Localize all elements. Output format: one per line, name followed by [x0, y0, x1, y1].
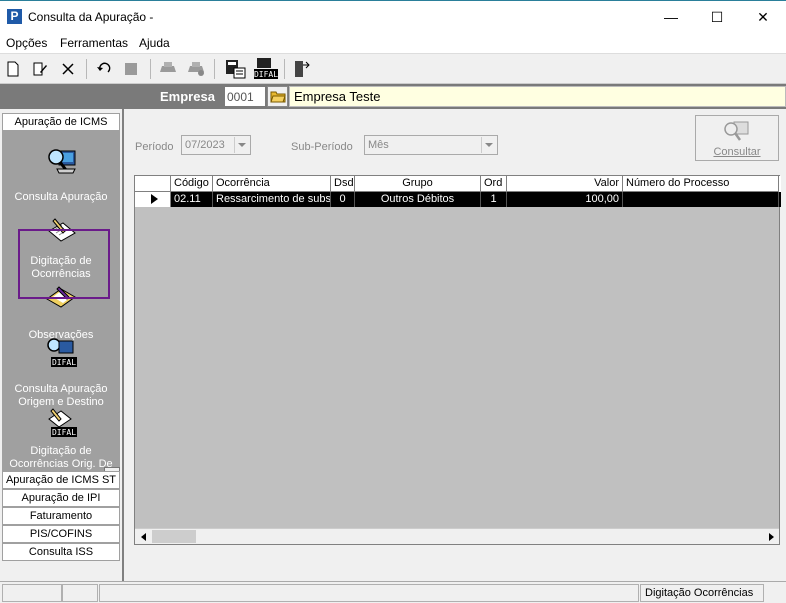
maximize-button[interactable]: ☐	[694, 1, 740, 33]
sidebar-group-apuracao-ipi[interactable]: Apuração de IPI	[2, 489, 120, 507]
selected-item-highlight	[18, 229, 110, 299]
sidebar-panel: Consulta Apuração Digitação de Ocorrênci…	[2, 131, 120, 471]
status-segment	[99, 584, 639, 602]
open-folder-icon[interactable]	[267, 86, 288, 107]
consultar-label: Consultar	[713, 146, 761, 158]
menu-ajuda[interactable]: Ajuda	[139, 36, 170, 50]
app-window: P Consulta da Apuração - — ☐ ✕ Opções Fe…	[0, 0, 786, 603]
toolbar-separator	[284, 59, 285, 79]
chevron-down-icon	[481, 137, 496, 153]
column-header-numero-processo[interactable]: Número do Processo	[623, 176, 779, 192]
minimize-button[interactable]: —	[648, 1, 694, 33]
delete-icon[interactable]	[57, 58, 79, 80]
sidebar-group-pis-cofins[interactable]: PIS/COFINS	[2, 525, 120, 543]
status-segment	[2, 584, 62, 602]
difal-writing-icon: DIFAL	[48, 408, 77, 437]
row-indicator-header	[135, 176, 171, 192]
calculator-icon[interactable]	[224, 58, 246, 80]
toolbar-separator	[86, 59, 87, 79]
column-header-codigo[interactable]: Código	[171, 176, 213, 192]
subperiodo-label: Sub-Período	[291, 141, 353, 153]
empresa-code-field[interactable]: 0001	[224, 86, 266, 107]
menu-ferramentas[interactable]: Ferramentas	[60, 36, 128, 50]
svg-text:DIFAL: DIFAL	[52, 428, 76, 437]
app-icon: P	[7, 9, 22, 24]
sidebar-group-apuracao-icms[interactable]: Apuração de ICMS	[2, 113, 120, 131]
svg-text:DIFAL: DIFAL	[52, 358, 76, 367]
cell-ord[interactable]: 1	[481, 192, 507, 207]
main-content: Período 07/2023 Sub-Período Mês Consulta…	[124, 109, 786, 581]
sidebar-item-label: Consulta Apuração	[14, 191, 108, 203]
toolbar-separator	[214, 59, 215, 79]
print-preview-icon[interactable]	[185, 58, 207, 80]
undo-icon[interactable]	[93, 58, 115, 80]
ocorrencias-grid: Código Ocorrência Dsd Grupo Ord Valor Nú…	[134, 175, 781, 545]
row-pointer-icon	[151, 194, 158, 204]
column-header-dsd[interactable]: Dsd	[331, 176, 355, 192]
column-header-ocorrencia[interactable]: Ocorrência	[213, 176, 331, 192]
print-icon[interactable]	[157, 58, 179, 80]
close-button[interactable]: ✕	[740, 1, 786, 33]
current-row-indicator	[135, 192, 171, 207]
magnifier-computer-icon	[724, 121, 749, 141]
cell-valor[interactable]: 100,00	[507, 192, 623, 207]
cell-dsd[interactable]: 0	[331, 192, 355, 207]
svg-text:DIFAL: DIFAL	[254, 70, 278, 79]
cell-grupo[interactable]: Outros Débitos	[355, 192, 481, 207]
sidebar-group-consulta-iss[interactable]: Consulta ISS	[2, 543, 120, 561]
save-icon[interactable]	[120, 58, 142, 80]
difal-icon[interactable]: DIFAL	[253, 58, 279, 80]
column-header-valor[interactable]: Valor	[507, 176, 623, 192]
toolbar: DIFAL	[0, 53, 786, 83]
cell-ocorrencia[interactable]: Ressarcimento de subst	[213, 192, 331, 207]
horizontal-scrollbar[interactable]	[135, 528, 779, 544]
difal-magnifier-icon: DIFAL	[47, 338, 77, 367]
column-header-ord[interactable]: Ord	[481, 176, 507, 192]
sidebar-item-label: Consulta Apuração Origem e Destino	[14, 383, 108, 408]
chevron-left-icon[interactable]	[135, 529, 151, 544]
edit-icon[interactable]	[29, 58, 51, 80]
window-title: Consulta da Apuração -	[28, 10, 154, 24]
periodo-select[interactable]: 07/2023	[181, 135, 251, 155]
grid-header: Código Ocorrência Dsd Grupo Ord Valor Nú…	[135, 176, 781, 192]
sidebar-item-label: Digitação de Ocorrências Orig. De	[9, 445, 113, 470]
sidebar-group-apuracao-icms-st[interactable]: Apuração de ICMS ST	[2, 471, 120, 489]
sidebar-item-digitacao-origem[interactable]: DIFAL Digitação de Ocorrências Orig. De	[2, 407, 120, 471]
title-bar: P Consulta da Apuração - — ☐ ✕	[0, 1, 786, 33]
status-segment	[62, 584, 98, 602]
new-icon[interactable]	[2, 58, 24, 80]
empresa-label: Empresa	[160, 89, 215, 104]
exit-door-icon[interactable]	[290, 58, 312, 80]
column-header-grupo[interactable]: Grupo	[355, 176, 481, 192]
empresa-bar: Empresa 0001 Empresa Teste	[0, 83, 786, 109]
status-text: Digitação Ocorrências	[640, 584, 764, 602]
sidebar: Apuração de ICMS Consulta Apuração Digit…	[0, 109, 124, 581]
toolbar-separator	[150, 59, 151, 79]
magnifier-computer-icon	[48, 149, 76, 174]
cell-numero-processo[interactable]	[623, 192, 779, 207]
sidebar-item-consulta-apuracao[interactable]: Consulta Apuração	[2, 145, 120, 204]
cell-codigo[interactable]: 02.11	[171, 192, 213, 207]
status-bar: Digitação Ocorrências	[0, 581, 786, 603]
chevron-right-icon[interactable]	[763, 529, 779, 544]
chevron-down-icon	[234, 137, 249, 153]
menu-bar: Opções Ferramentas Ajuda	[0, 33, 786, 53]
scrollbar-thumb[interactable]	[152, 530, 196, 543]
sidebar-group-faturamento[interactable]: Faturamento	[2, 507, 120, 525]
menu-opcoes[interactable]: Opções	[6, 36, 47, 50]
table-row[interactable]: 02.11 Ressarcimento de subst 0 Outros Dé…	[135, 192, 781, 207]
empresa-name-field: Empresa Teste	[289, 86, 786, 107]
sidebar-item-consulta-origem-destino[interactable]: DIFAL Consulta Apuração Origem e Destino	[2, 337, 120, 409]
subperiodo-select[interactable]: Mês	[364, 135, 498, 155]
consultar-button[interactable]: Consultar	[695, 115, 779, 161]
periodo-label: Período	[135, 141, 174, 153]
